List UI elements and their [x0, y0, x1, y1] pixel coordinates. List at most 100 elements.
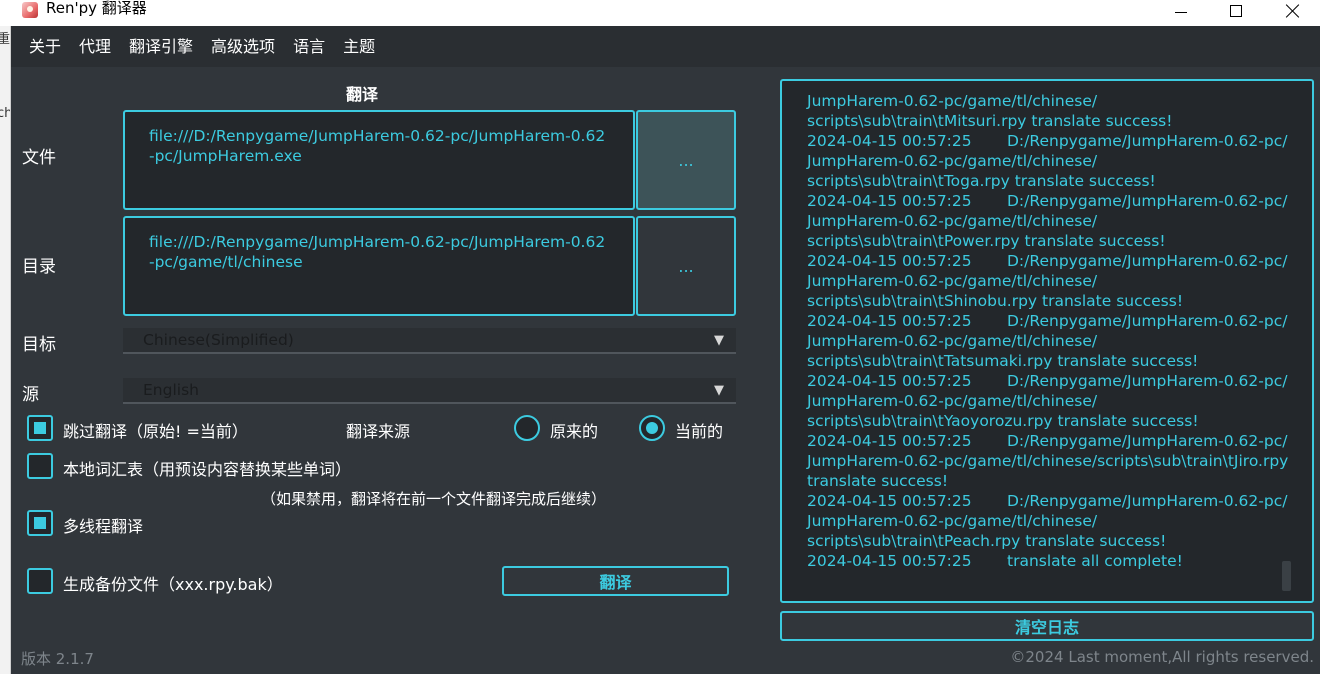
directory-browse-button[interactable]: ... [636, 216, 736, 316]
radio-original-label: 原来的 [550, 422, 599, 441]
log-text: JumpHarem-0.62-pc/game/tl/chinese/ [807, 512, 1098, 530]
log-panel[interactable]: JumpHarem-0.62-pc/game/tl/chinese/script… [780, 79, 1314, 603]
log-line: JumpHarem-0.62-pc/game/tl/chinese/ [807, 271, 1282, 291]
log-text: JumpHarem-0.62-pc/game/tl/chinese/ [807, 332, 1098, 350]
log-text: D:/Renpygame/JumpHarem-0.62-pc/ [1007, 132, 1288, 150]
log-text: scripts\sub\train\tShinobu.rpy translate… [807, 292, 1184, 310]
log-timestamp: 2024-04-15 00:57:25 [807, 252, 972, 270]
log-scrollbar-thumb[interactable] [1282, 561, 1291, 591]
translate-button[interactable]: 翻译 [502, 566, 729, 596]
target-language-label: 目标 [22, 335, 56, 355]
log-lines: JumpHarem-0.62-pc/game/tl/chinese/script… [807, 91, 1288, 571]
dropdown-arrow-icon: ▼ [714, 383, 724, 398]
multithread-checkbox[interactable] [27, 510, 53, 536]
window-title: Ren'py 翻译器 [46, 0, 147, 17]
log-line: JumpHarem-0.62-pc/game/tl/chinese/ [807, 391, 1282, 411]
log-text: D:/Renpygame/JumpHarem-0.62-pc/ [1007, 252, 1288, 270]
log-text: JumpHarem-0.62-pc/game/tl/chinese/ [807, 152, 1098, 170]
log-line: scripts\sub\train\tToga.rpy translate su… [807, 171, 1282, 191]
log-line: scripts\sub\train\tYaoyorozu.rpy transla… [807, 411, 1282, 431]
log-text: JumpHarem-0.62-pc/game/tl/chinese/ [807, 212, 1098, 230]
menu-translation-engine[interactable]: 翻译引擎 [121, 26, 201, 67]
file-label: 文件 [22, 148, 56, 168]
log-line: 2024-04-15 00:57:25 D:/Renpygame/JumpHare… [807, 131, 1287, 151]
background-text: ch [0, 106, 10, 121]
local-glossary-checkbox[interactable] [27, 453, 53, 479]
maximize-button[interactable] [1209, 0, 1263, 22]
log-text: D:/Renpygame/JumpHarem-0.62-pc/ [1007, 192, 1288, 210]
menu-language[interactable]: 语言 [285, 26, 333, 67]
clear-log-button[interactable]: 清空日志 [780, 611, 1314, 641]
minimize-icon [1175, 11, 1187, 13]
log-text: translate all complete! [1007, 552, 1183, 570]
version-label: 版本 2.1.7 [21, 650, 94, 668]
directory-path-field[interactable]: file:///D:/Renpygame/JumpHarem-0.62-pc/J… [123, 216, 635, 316]
log-line: 2024-04-15 00:57:25 D:/Renpygame/JumpHare… [807, 371, 1287, 391]
close-icon [1286, 4, 1300, 18]
log-text: scripts\sub\train\tMitsuri.rpy translate… [807, 112, 1173, 130]
maximize-icon [1230, 5, 1242, 17]
log-text: D:/Renpygame/JumpHarem-0.62-pc/ [1007, 432, 1288, 450]
log-text: JumpHarem-0.62-pc/game/tl/chinese/script… [807, 452, 1289, 470]
menu-about[interactable]: 关于 [21, 26, 69, 67]
copyright-label: ©2024 Last moment,All rights reserved. [1010, 648, 1314, 666]
skip-translated-checkbox[interactable] [27, 415, 53, 441]
log-text: JumpHarem-0.62-pc/game/tl/chinese/ [807, 392, 1098, 410]
translate-source-label: 翻译来源 [346, 422, 411, 441]
local-glossary-label: 本地词汇表（用预设内容替换某些单词） [63, 460, 352, 479]
log-timestamp: 2024-04-15 00:57:25 [807, 312, 972, 330]
minimize-button[interactable] [1154, 0, 1208, 22]
menu-advanced-options[interactable]: 高级选项 [203, 26, 283, 67]
log-line: scripts\sub\train\tShinobu.rpy translate… [807, 291, 1282, 311]
log-timestamp: 2024-04-15 00:57:25 [807, 192, 972, 210]
section-title: 翻译 [346, 85, 379, 104]
menu-theme[interactable]: 主题 [335, 26, 383, 67]
directory-label: 目录 [22, 257, 56, 277]
menu-bar: 关于 代理 翻译引擎 高级选项 语言 主题 [11, 26, 1320, 67]
log-text: D:/Renpygame/JumpHarem-0.62-pc/ [1007, 312, 1288, 330]
file-browse-button[interactable]: ... [636, 110, 736, 210]
background-window-edge: 重 ch [0, 26, 11, 674]
log-line: JumpHarem-0.62-pc/game/tl/chinese/ [807, 211, 1282, 231]
log-line: JumpHarem-0.62-pc/game/tl/chinese/script… [807, 451, 1288, 471]
log-line: 2024-04-15 00:57:25 D:/Renpygame/JumpHare… [807, 251, 1287, 271]
log-text: D:/Renpygame/JumpHarem-0.62-pc/ [1007, 492, 1288, 510]
log-text: D:/Renpygame/JumpHarem-0.62-pc/ [1007, 372, 1288, 390]
radio-current-label: 当前的 [675, 422, 724, 441]
log-line: scripts\sub\train\tTatsumaki.rpy transla… [807, 351, 1282, 371]
log-line: translate success! [807, 471, 1282, 491]
log-line: 2024-04-15 00:57:25 D:/Renpygame/JumpHare… [807, 191, 1287, 211]
radio-current[interactable] [639, 415, 665, 441]
log-text: translate success! [807, 472, 949, 490]
target-language-select[interactable]: Chinese(Simplified) ▼ [123, 328, 736, 354]
target-language-value: Chinese(Simplified) [143, 331, 294, 349]
log-text: scripts\sub\train\tToga.rpy translate su… [807, 172, 1156, 190]
log-line: 2024-04-15 00:57:25 translate all complet… [807, 551, 1282, 571]
log-line: 2024-04-15 00:57:25 D:/Renpygame/JumpHare… [807, 431, 1287, 451]
log-line: JumpHarem-0.62-pc/game/tl/chinese/ [807, 331, 1282, 351]
log-text: JumpHarem-0.62-pc/game/tl/chinese/ [807, 272, 1098, 290]
app-icon [22, 2, 38, 18]
source-language-value: English [143, 381, 199, 399]
log-text: scripts\sub\train\tYaoyorozu.rpy transla… [807, 412, 1199, 430]
log-line: JumpHarem-0.62-pc/game/tl/chinese/ [807, 511, 1282, 531]
log-text: scripts\sub\train\tTatsumaki.rpy transla… [807, 352, 1199, 370]
file-path-field[interactable]: file:///D:/Renpygame/JumpHarem-0.62-pc/J… [123, 110, 635, 210]
skip-translated-label: 跳过翻译（原始! =当前） [63, 422, 248, 441]
dropdown-arrow-icon: ▼ [714, 333, 724, 348]
background-text: 重 [0, 28, 10, 47]
log-timestamp: 2024-04-15 00:57:25 [807, 432, 972, 450]
log-line: 2024-04-15 00:57:25 D:/Renpygame/JumpHare… [807, 311, 1287, 331]
multithread-label: 多线程翻译 [63, 517, 144, 536]
log-line: scripts\sub\train\tMitsuri.rpy translate… [807, 111, 1282, 131]
log-timestamp: 2024-04-15 00:57:25 [807, 132, 972, 150]
disabled-note: （如果禁用，翻译将在前一个文件翻译完成后继续） [261, 490, 607, 508]
log-timestamp: 2024-04-15 00:57:25 [807, 552, 972, 570]
menu-proxy[interactable]: 代理 [71, 26, 119, 67]
backup-label: 生成备份文件（xxx.rpy.bak） [63, 575, 283, 594]
close-button[interactable] [1266, 0, 1320, 22]
radio-original[interactable] [514, 415, 540, 441]
backup-checkbox[interactable] [27, 568, 53, 594]
log-line: JumpHarem-0.62-pc/game/tl/chinese/ [807, 151, 1282, 171]
source-language-select[interactable]: English ▼ [123, 378, 736, 404]
